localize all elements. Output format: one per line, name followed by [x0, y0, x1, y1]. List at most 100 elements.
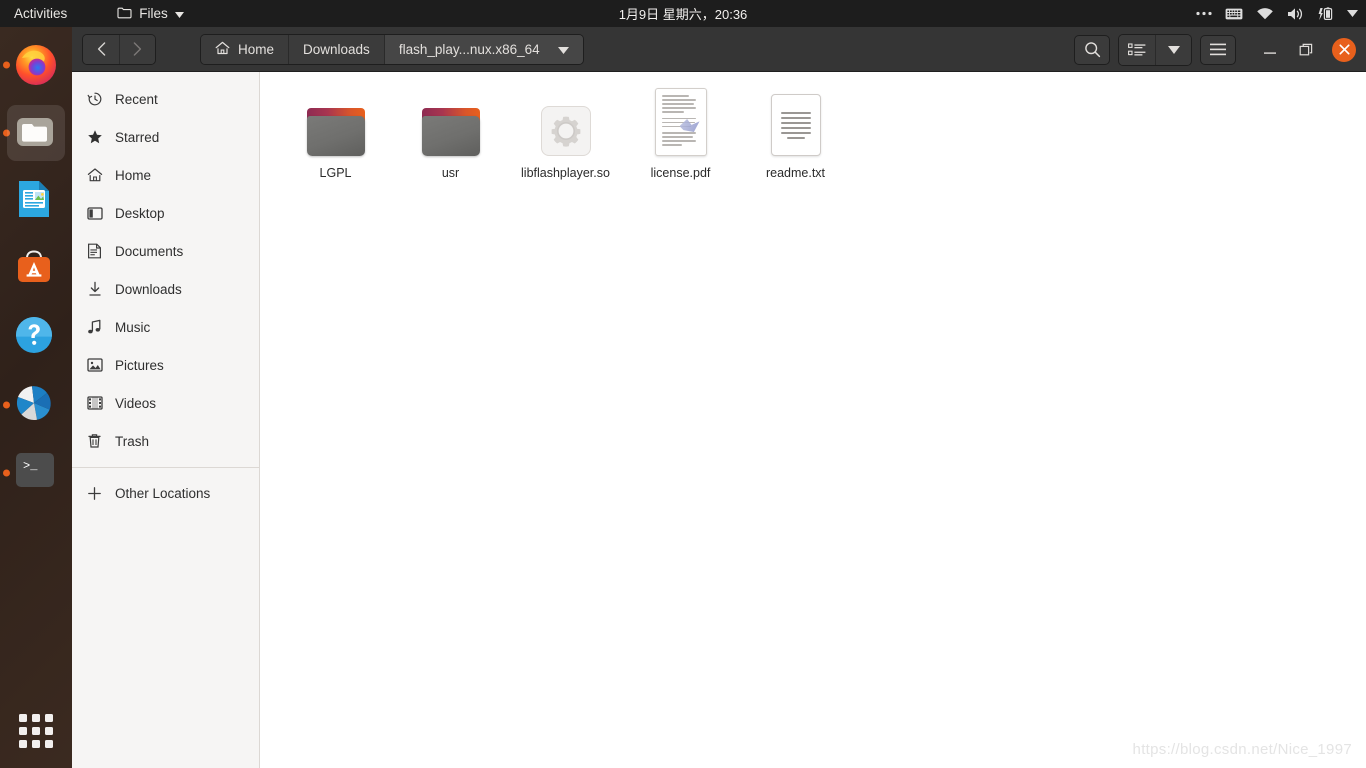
window-body: Recent Starred Home Desktop Documents Do…	[72, 72, 1366, 768]
navigation-buttons	[82, 33, 156, 65]
sidebar-item-label: Starred	[115, 129, 160, 145]
apps-grid-icon	[19, 714, 53, 748]
sidebar-item-label: Videos	[115, 395, 157, 411]
breadcrumb-label: flash_play...nux.x86_64	[398, 41, 540, 57]
file-thumbnail	[654, 88, 707, 156]
download-icon	[86, 281, 103, 298]
breadcrumb-item-home[interactable]: Home	[201, 34, 289, 64]
file-list-view[interactable]: LGPL usr libflashplayer.so license.pdf r…	[260, 72, 1366, 768]
folder-icon	[421, 108, 480, 156]
plus-icon	[86, 485, 103, 502]
sidebar-item-videos[interactable]: Videos	[72, 384, 259, 422]
sidebar-item-label: Desktop	[115, 205, 165, 221]
chevron-down-icon	[174, 6, 184, 21]
file-label: usr	[441, 166, 460, 180]
dock-item-firefox[interactable]	[0, 31, 72, 99]
dock-item-shutter[interactable]	[0, 371, 72, 439]
dock-item-libreoffice-writer[interactable]	[0, 167, 72, 235]
sidebar-item-documents[interactable]: Documents	[72, 232, 259, 270]
minimize-button[interactable]	[1256, 36, 1284, 64]
file-item-folder[interactable]: LGPL	[278, 86, 393, 182]
breadcrumb-label: Downloads	[303, 41, 370, 57]
sidebar-item-label: Other Locations	[115, 485, 211, 501]
breadcrumb-item-downloads[interactable]: Downloads	[288, 34, 384, 64]
chevron-down-icon[interactable]	[1347, 10, 1358, 17]
sidebar-separator	[72, 467, 259, 468]
sidebar-item-label: Downloads	[115, 281, 182, 297]
battery-charging-icon	[1317, 6, 1334, 21]
file-icon-grid: LGPL usr libflashplayer.so license.pdf r…	[278, 86, 1366, 182]
sidebar-item-label: Trash	[115, 433, 150, 449]
trash-icon	[86, 433, 103, 450]
search-button[interactable]	[1074, 34, 1110, 65]
main-menu-button[interactable]	[1200, 34, 1236, 65]
chevron-down-icon[interactable]	[557, 42, 569, 57]
folder-icon	[306, 108, 365, 156]
system-status-area[interactable]	[1196, 0, 1358, 27]
file-label: LGPL	[319, 166, 352, 180]
file-thumbnail	[540, 92, 591, 156]
file-item-library[interactable]: libflashplayer.so	[508, 86, 623, 182]
files-icon	[13, 110, 59, 156]
videos-icon	[86, 395, 103, 412]
clock: 1月9日 星期六，20:36	[618, 7, 748, 22]
ubuntu-software-icon	[13, 246, 59, 292]
sidebar-item-desktop[interactable]: Desktop	[72, 194, 259, 232]
sidebar-item-label: Pictures	[115, 357, 164, 373]
maximize-button[interactable]	[1292, 36, 1320, 64]
clock-icon	[86, 91, 103, 108]
file-item-text[interactable]: readme.txt	[738, 86, 853, 182]
firefox-icon	[13, 42, 59, 88]
sidebar-item-starred[interactable]: Starred	[72, 118, 259, 156]
forward-button[interactable]	[119, 34, 155, 64]
dock-item-help[interactable]	[0, 303, 72, 371]
text-file-icon	[770, 94, 821, 156]
file-item-pdf[interactable]: license.pdf	[623, 86, 738, 182]
app-menu-button[interactable]: Files	[107, 0, 194, 27]
file-label: license.pdf	[650, 166, 711, 180]
top-bar: Activities Files 1月9日 星期六，20:36	[0, 0, 1366, 27]
desktop-icon	[86, 205, 103, 222]
header-bar-actions	[1074, 27, 1366, 72]
dock-item-files[interactable]	[0, 99, 72, 167]
file-thumbnail	[421, 92, 480, 156]
sidebar-item-other-locations[interactable]: Other Locations	[72, 474, 259, 512]
sidebar-item-downloads[interactable]: Downloads	[72, 270, 259, 308]
dock-item-ubuntu-software[interactable]	[0, 235, 72, 303]
sidebar-item-music[interactable]: Music	[72, 308, 259, 346]
header-bar: Home Downloads flash_play...nux.x86_64	[72, 27, 1366, 72]
show-applications-button[interactable]	[0, 700, 72, 762]
sidebar-item-label: Music	[115, 319, 151, 335]
sidebar-item-recent[interactable]: Recent	[72, 80, 259, 118]
app-menu-label: Files	[139, 6, 168, 21]
sidebar: Recent Starred Home Desktop Documents Do…	[72, 72, 260, 768]
help-icon	[13, 314, 59, 360]
pictures-icon	[86, 357, 103, 374]
ellipsis-icon	[1196, 11, 1212, 16]
dock-item-terminal[interactable]: >_	[0, 439, 72, 507]
list-view-button[interactable]	[1119, 34, 1155, 65]
breadcrumb-item-current[interactable]: flash_play...nux.x86_64	[383, 34, 583, 64]
star-icon	[86, 129, 103, 146]
file-thumbnail	[306, 92, 365, 156]
pdf-thumbnail-icon	[654, 88, 707, 156]
view-mode-group	[1118, 33, 1192, 66]
wifi-icon	[1256, 7, 1274, 20]
view-options-button[interactable]	[1155, 34, 1191, 65]
sidebar-item-trash[interactable]: Trash	[72, 422, 259, 460]
files-folder-icon	[117, 6, 132, 22]
breadcrumb-label: Home	[238, 41, 275, 57]
dock: >_	[0, 27, 72, 768]
sidebar-item-home[interactable]: Home	[72, 156, 259, 194]
file-thumbnail	[770, 92, 821, 156]
file-label: readme.txt	[765, 166, 826, 180]
home-icon	[86, 167, 103, 184]
keyboard-icon	[1225, 8, 1243, 20]
back-button[interactable]	[83, 34, 119, 64]
file-item-folder[interactable]: usr	[393, 86, 508, 182]
sidebar-item-label: Home	[115, 167, 152, 183]
activities-button[interactable]: Activities	[0, 0, 79, 27]
file-label: libflashplayer.so	[521, 166, 610, 180]
close-button[interactable]	[1332, 37, 1356, 62]
sidebar-item-pictures[interactable]: Pictures	[72, 346, 259, 384]
